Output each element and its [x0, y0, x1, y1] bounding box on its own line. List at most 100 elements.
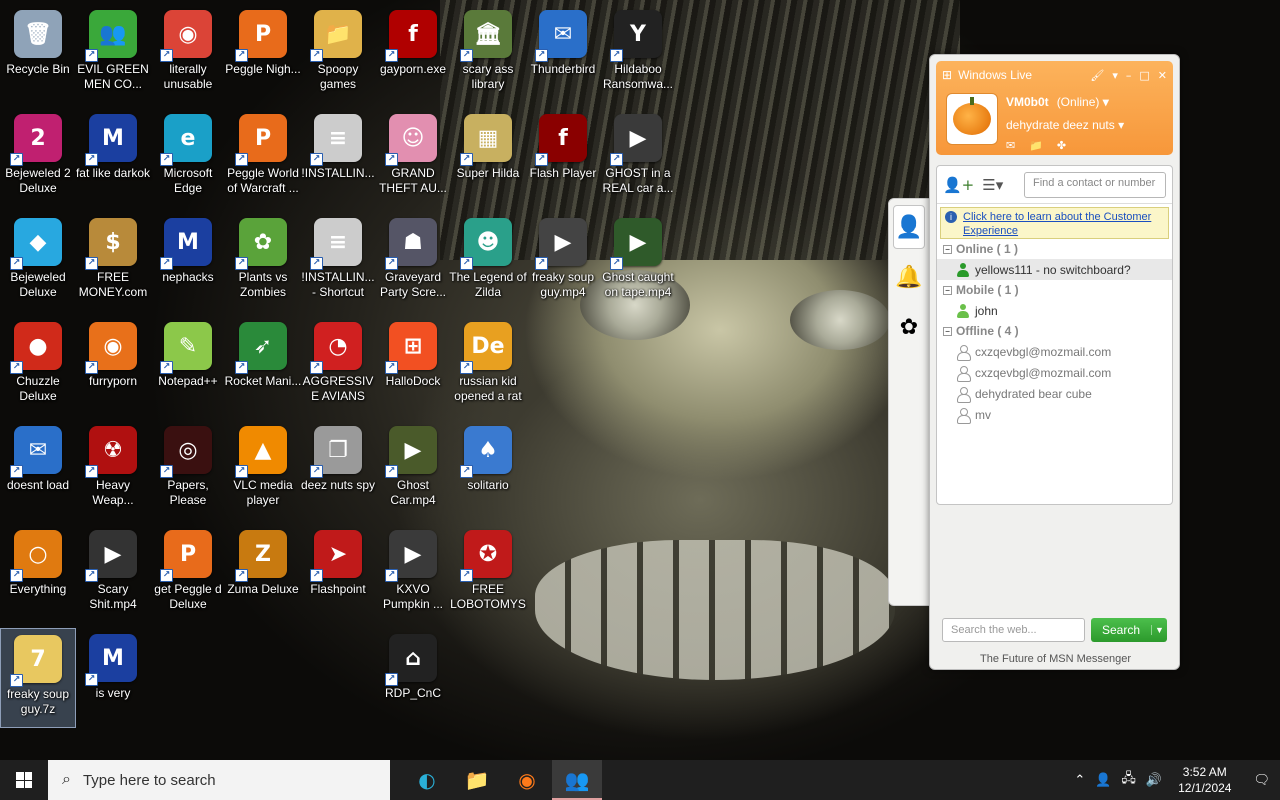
desktop[interactable]: 🗑 Recycle Bin 👥 ↗ EVIL GREEN MEN CO... ◉ ↗ lite… — [0, 0, 900, 760]
psm-dropdown-icon[interactable]: ▾ — [1118, 118, 1124, 132]
desktop-icon[interactable]: 7 ↗ freaky soup guy.7z — [0, 628, 76, 728]
desktop-icon[interactable]: ◎ ↗ Papers, Please — [150, 420, 226, 520]
contact-item[interactable]: yellows111 - no switchboard? — [937, 259, 1172, 280]
desktop-icon[interactable]: P ↗ Peggle World of Warcraft ... — [225, 108, 301, 208]
contact-group-header[interactable]: − Offline ( 4 ) — [937, 321, 1172, 341]
desktop-icon[interactable]: ▶ ↗ KXVO Pumpkin ... — [375, 524, 451, 624]
collapse-icon[interactable]: − — [943, 244, 952, 254]
desktop-icon[interactable]: 2 ↗ Bejeweled 2 Deluxe — [0, 108, 76, 208]
desktop-icon[interactable]: Z ↗ Zuma Deluxe — [225, 524, 301, 624]
minimize-button[interactable]: – — [1126, 69, 1132, 82]
desktop-icon[interactable]: ☻ ↗ The Legend of Zilda — [449, 212, 527, 312]
find-contact-input[interactable]: Find a contact or number — [1024, 171, 1166, 198]
customer-experience-link[interactable]: Click here to learn about the Customer E… — [963, 210, 1164, 238]
desktop-icon[interactable]: ▲ ↗ VLC media player — [225, 420, 301, 520]
desktop-icon[interactable]: 🗑 Recycle Bin — [0, 4, 76, 104]
add-contact-icon[interactable]: 👤+ — [943, 176, 974, 194]
network-icon[interactable]: 🖧 — [1121, 769, 1136, 791]
desktop-icon[interactable]: ☢ ↗ Heavy Weap... — [75, 420, 151, 520]
desktop-icon[interactable]: ▶ ↗ freaky soup guy.mp4 — [525, 212, 601, 312]
desktop-icon[interactable]: ✉ ↗ doesnt load — [0, 420, 76, 520]
desktop-icon[interactable]: De ↗ russian kid opened a rat — [450, 316, 526, 416]
desktop-icon[interactable]: ◉ ↗ furryporn — [75, 316, 151, 416]
contact-group-header[interactable]: − Online ( 1 ) — [937, 239, 1172, 259]
contact-item[interactable]: cxzqevbgl@mozmail.com — [937, 341, 1172, 362]
desktop-icon[interactable]: ▶ ↗ GHOST in a REAL car a... — [600, 108, 676, 208]
status-text[interactable]: (Online) — [1057, 95, 1100, 109]
taskbar-firefox[interactable]: ◉ — [502, 760, 552, 800]
collapse-icon[interactable]: − — [943, 285, 952, 295]
games-tab[interactable]: ✿ — [893, 305, 925, 349]
status-dropdown-icon[interactable]: ▾ — [1103, 95, 1109, 109]
desktop-icon[interactable]: P ↗ get Peggle d Deluxe — [150, 524, 226, 624]
volume-icon[interactable]: 🔊 — [1146, 773, 1162, 788]
contact-group-header[interactable]: − Mobile ( 1 ) — [937, 280, 1172, 300]
start-button[interactable] — [0, 760, 48, 800]
desktop-icon[interactable]: ◆ ↗ Bejeweled Deluxe — [0, 212, 76, 312]
list-view-icon[interactable]: ☰▾ — [982, 176, 1003, 194]
taskbar-edge[interactable]: ◐ — [402, 760, 452, 800]
menu-dropdown-icon[interactable]: ▾ — [1112, 69, 1118, 82]
contact-item[interactable]: john — [937, 300, 1172, 321]
desktop-icon[interactable]: P ↗ Peggle Nigh... — [225, 4, 301, 104]
desktop-icon[interactable]: ✎ ↗ Notepad++ — [150, 316, 226, 416]
desktop-icon[interactable]: ▦ ↗ Super Hilda — [450, 108, 526, 208]
msn-titlebar[interactable]: ⊞ Windows Live 🖌 ▾ – □ ✕ — [942, 66, 1167, 84]
desktop-icon[interactable]: e ↗ Microsoft Edge — [150, 108, 226, 208]
contact-item[interactable]: cxzqevbgl@mozmail.com — [937, 362, 1172, 383]
desktop-icon[interactable]: ▶ ↗ Scary Shit.mp4 — [75, 524, 151, 624]
desktop-icon[interactable]: M ↗ fat like darkok — [75, 108, 151, 208]
taskbar-search-box[interactable]: ⌕ Type here to search — [48, 760, 390, 800]
desktop-icon[interactable]: ≡ ↗ !INSTALLIN... — [300, 108, 376, 208]
contact-item[interactable]: dehydrated bear cube — [937, 383, 1172, 404]
desktop-icon[interactable]: ☺ ↗ GRAND THEFT AU... — [375, 108, 451, 208]
desktop-icon[interactable]: ➶ ↗ Rocket Mani... — [225, 316, 301, 416]
desktop-icon[interactable]: ◉ ↗ literally unusable — [150, 4, 226, 104]
taskbar-msn[interactable]: 👥 — [552, 760, 602, 800]
desktop-icon[interactable]: ▶ ↗ Ghost Car.mp4 — [375, 420, 451, 520]
desktop-icon[interactable]: 🏛 ↗ scary ass library — [450, 4, 526, 104]
desktop-icon[interactable]: ○ ↗ Everything — [0, 524, 76, 624]
desktop-icon[interactable]: $ ↗ FREE MONEY.com — [75, 212, 151, 312]
avatar[interactable] — [946, 93, 998, 145]
web-search-input[interactable]: Search the web... — [942, 618, 1085, 642]
personal-message[interactable]: dehydrate deez nuts ▾ — [1006, 118, 1124, 132]
contact-item[interactable]: mv — [937, 404, 1172, 425]
user-display-name[interactable]: VM0b0t (Online) ▾ — [1006, 95, 1109, 109]
contacts-tab[interactable]: 👤 — [893, 205, 925, 249]
desktop-icon[interactable]: ❐ ↗ deez nuts spy — [300, 420, 376, 520]
brush-icon[interactable]: 🖌 — [1090, 69, 1104, 82]
desktop-icon[interactable]: ≡ ↗ !INSTALLIN... - Shortcut — [300, 212, 376, 312]
notification-icon[interactable]: 🗨 — [1253, 773, 1270, 788]
desktop-icon[interactable]: ✿ ↗ Plants vs Zombies — [225, 212, 301, 312]
desktop-icon[interactable]: M ↗ is very — [75, 628, 151, 728]
desktop-icon[interactable]: f ↗ Flash Player — [525, 108, 601, 208]
desktop-icon[interactable]: ● ↗ Chuzzle Deluxe — [0, 316, 76, 416]
desktop-icon[interactable]: ➤ ↗ Flashpoint — [300, 524, 376, 624]
desktop-icon[interactable]: Y ↗ Hildaboo Ransomwa... — [600, 4, 676, 104]
mail-icon[interactable]: ✉ — [1006, 139, 1015, 152]
desktop-icon[interactable]: ▶ ↗ Ghost caught on tape.mp4 — [600, 212, 676, 312]
maximize-button[interactable]: □ — [1139, 69, 1149, 82]
collapse-icon[interactable]: − — [943, 326, 952, 336]
desktop-icon[interactable]: ✪ ↗ FREE LOBOTOMYS — [450, 524, 526, 624]
search-button[interactable]: Search ▼ — [1091, 618, 1167, 642]
close-button[interactable]: ✕ — [1158, 69, 1167, 82]
search-dropdown-icon[interactable]: ▼ — [1151, 625, 1167, 635]
desktop-icon[interactable]: f ↗ gayporn.exe — [375, 4, 451, 104]
desktop-icon[interactable]: ⊞ ↗ HalloDock — [375, 316, 451, 416]
spaces-icon[interactable]: ✤ — [1057, 139, 1066, 152]
clock[interactable]: 3:52 AM 12/1/2024 — [1178, 764, 1231, 796]
desktop-icon[interactable]: 📁 ↗ Spoopy games — [300, 4, 376, 104]
msn-tray-icon[interactable]: 👤 — [1095, 773, 1111, 788]
desktop-icon[interactable]: 👥 ↗ EVIL GREEN MEN CO... — [75, 4, 151, 104]
taskbar-file-explorer[interactable]: 📁 — [452, 760, 502, 800]
chevron-up-icon[interactable]: ⌃ — [1074, 773, 1085, 788]
desktop-icon[interactable]: ✉ ↗ Thunderbird — [525, 4, 601, 104]
desktop-icon[interactable]: ♠ ↗ solitario — [450, 420, 526, 520]
desktop-icon[interactable]: ⌂ ↗ RDP_CnC — [375, 628, 451, 728]
msn-messenger-window[interactable]: ⊞ Windows Live 🖌 ▾ – □ ✕ VM0b0t (Online) … — [929, 54, 1180, 670]
folder-icon[interactable]: 📁 — [1029, 139, 1043, 152]
desktop-icon[interactable]: M ↗ nephacks — [150, 212, 226, 312]
alerts-tab[interactable]: 🔔 — [893, 255, 925, 299]
